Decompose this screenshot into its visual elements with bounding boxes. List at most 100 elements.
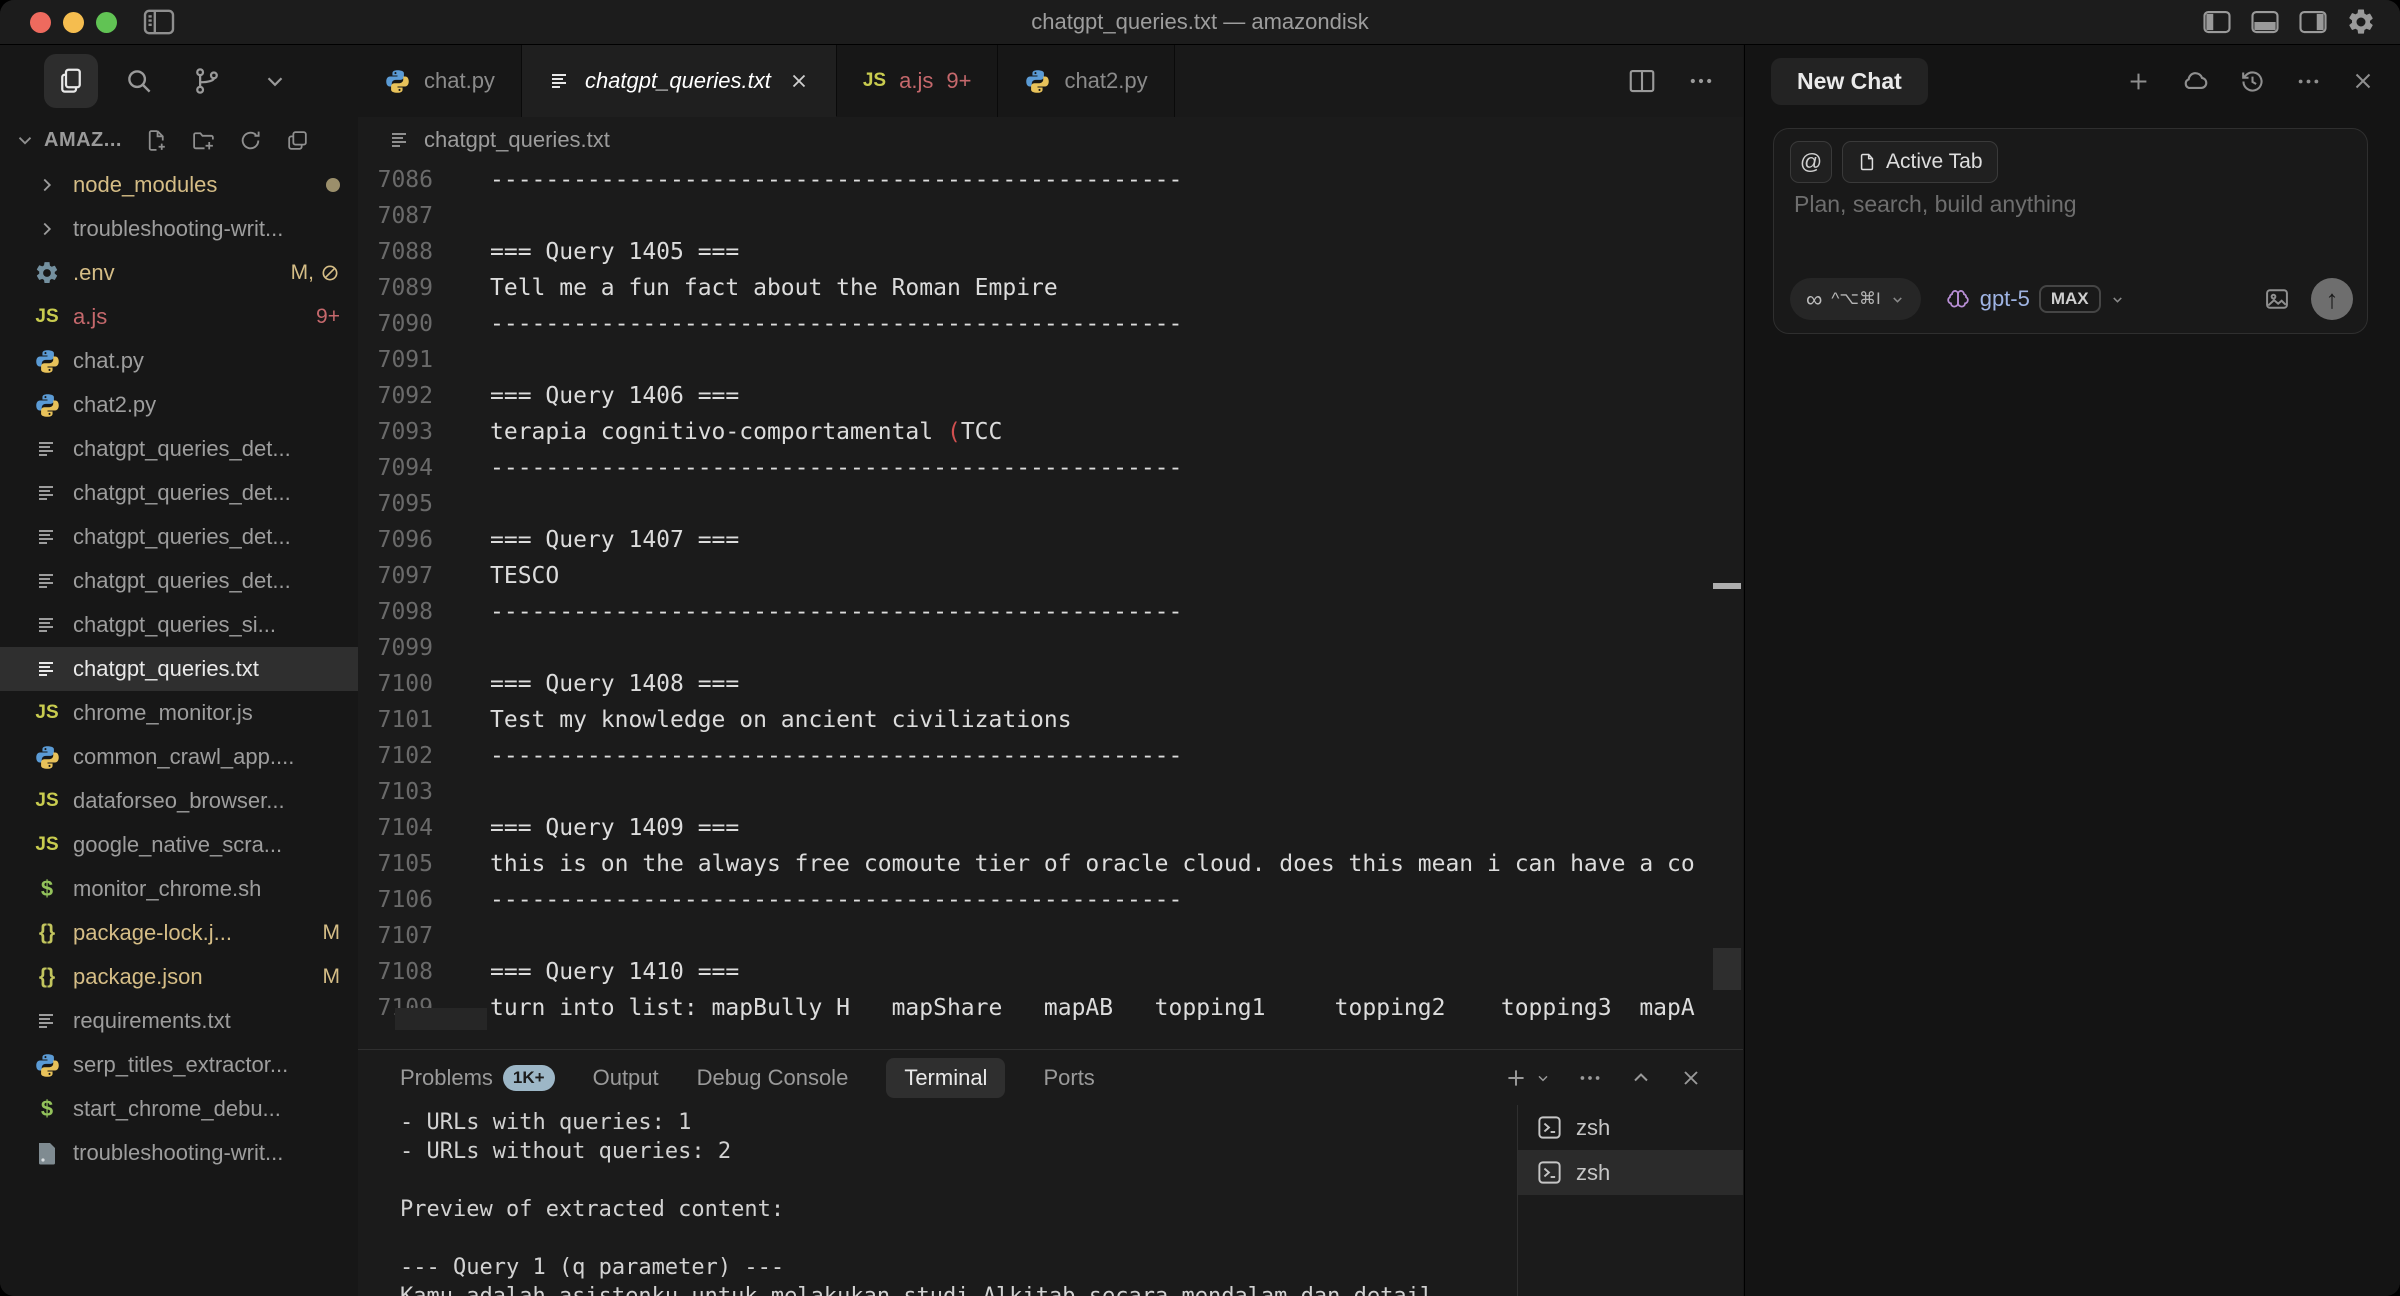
editor-line-7089[interactable]: 7089Tell me a fun fact about the Roman E…: [358, 270, 1743, 306]
file-tree-item-chatgpt-queries-det...[interactable]: chatgpt_queries_det...: [0, 559, 358, 603]
close-panel-icon[interactable]: [1679, 1066, 1703, 1090]
editor-line-7103[interactable]: 7103: [358, 774, 1743, 810]
editor-line-7090[interactable]: 7090------------------------------------…: [358, 306, 1743, 342]
chevron-right-icon: [30, 174, 64, 196]
file-tree-item-package.json[interactable]: {}package.jsonM: [0, 955, 358, 999]
toggle-left-panel-icon[interactable]: [2202, 9, 2232, 35]
file-tree-item-monitor-chrome.sh[interactable]: $monitor_chrome.sh: [0, 867, 358, 911]
terminal-output[interactable]: - URLs with queries: 1- URLs without que…: [358, 1108, 1517, 1296]
more-views-chevron-icon[interactable]: [248, 54, 302, 108]
editor-line-7105[interactable]: 7105this is on the always free comoute t…: [358, 846, 1743, 882]
tab-a.js[interactable]: JSa.js9+: [837, 45, 999, 117]
explorer-section-header[interactable]: AMAZ...: [0, 117, 358, 163]
explorer-view-icon[interactable]: [44, 54, 98, 108]
chat-more-icon[interactable]: [2295, 68, 2322, 95]
tab-chat2.py[interactable]: chat2.py: [998, 45, 1174, 117]
line-number: 7103: [358, 774, 433, 810]
file-tree-item-chat2.py[interactable]: chat2.py: [0, 383, 358, 427]
editor-line-7086[interactable]: 7086------------------------------------…: [358, 162, 1743, 198]
line-number: 7105: [358, 846, 433, 882]
new-folder-icon[interactable]: [191, 128, 216, 153]
file-tree-item-requirements.txt[interactable]: requirements.txt: [0, 999, 358, 1043]
editor-line-7102[interactable]: 7102------------------------------------…: [358, 738, 1743, 774]
file-tree-item-google-native-scra...[interactable]: JSgoogle_native_scra...: [0, 823, 358, 867]
editor-line-7106[interactable]: 7106------------------------------------…: [358, 882, 1743, 918]
tab-chat.py[interactable]: chat.py: [358, 45, 522, 117]
chat-input-box[interactable]: @ Active Tab Plan, search, build anythin…: [1773, 128, 2368, 334]
editor-scrollbar-thumb[interactable]: [1713, 948, 1741, 990]
toggle-bottom-panel-icon[interactable]: [2250, 9, 2280, 35]
editor-line-7094[interactable]: 7094------------------------------------…: [358, 450, 1743, 486]
attach-image-icon[interactable]: [2263, 285, 2291, 313]
breadcrumb[interactable]: chatgpt_queries.txt: [358, 117, 1743, 162]
file-tree-item-start-chrome-debu...[interactable]: $start_chrome_debu...: [0, 1087, 358, 1131]
settings-gear-icon[interactable]: [2346, 7, 2376, 37]
file-tree-item-troubleshooting-writ...[interactable]: troubleshooting-writ...: [0, 207, 358, 251]
cloud-icon[interactable]: [2180, 66, 2210, 96]
panel-tab-ports[interactable]: Ports: [1043, 1065, 1094, 1091]
terminal-session-1[interactable]: zsh: [1518, 1105, 1743, 1150]
panel-more-icon[interactable]: [1577, 1065, 1603, 1091]
panel-tab-terminal[interactable]: Terminal: [886, 1058, 1005, 1098]
split-editor-icon[interactable]: [1627, 67, 1657, 95]
terminal-session-2[interactable]: zsh: [1518, 1150, 1743, 1195]
refresh-icon[interactable]: [238, 128, 263, 153]
toggle-right-panel-icon[interactable]: [2298, 9, 2328, 35]
panel-tab-output[interactable]: Output: [593, 1065, 659, 1091]
chat-input-placeholder[interactable]: Plan, search, build anything: [1794, 191, 2077, 218]
file-name: chatgpt_queries.txt: [73, 656, 358, 682]
model-selector[interactable]: gpt-5 MAX: [1945, 285, 2125, 313]
editor-pane[interactable]: 7086------------------------------------…: [358, 162, 1743, 1050]
file-tree-item-.env[interactable]: .envM,: [0, 251, 358, 295]
file-tree-item-a.js[interactable]: JSa.js9+: [0, 295, 358, 339]
editor-line-7092[interactable]: 7092=== Query 1406 ===: [358, 378, 1743, 414]
file-tree-item-chat.py[interactable]: chat.py: [0, 339, 358, 383]
new-file-icon[interactable]: [144, 128, 169, 153]
close-chat-icon[interactable]: [2350, 68, 2376, 94]
send-button[interactable]: ↑: [2311, 278, 2353, 320]
editor-line-7087[interactable]: 7087: [358, 198, 1743, 234]
editor-line-7095[interactable]: 7095: [358, 486, 1743, 522]
editor-line-7093[interactable]: 7093terapia cognitivo-comportamental (TC…: [358, 414, 1743, 450]
chat-tab-new-chat[interactable]: New Chat: [1771, 58, 1928, 105]
new-terminal-icon[interactable]: [1503, 1065, 1551, 1091]
context-chip-active-tab[interactable]: Active Tab: [1842, 141, 1998, 183]
editor-line-7109[interactable]: 7109turn into list: mapBully H mapShare …: [358, 990, 1743, 1026]
file-tree-item-serp-titles-extractor...[interactable]: serp_titles_extractor...: [0, 1043, 358, 1087]
file-tree-item-common-crawl-app....[interactable]: common_crawl_app....: [0, 735, 358, 779]
editor-line-7098[interactable]: 7098------------------------------------…: [358, 594, 1743, 630]
editor-line-7101[interactable]: 7101Test my knowledge on ancient civiliz…: [358, 702, 1743, 738]
file-tree-item-package-lock.j...[interactable]: {}package-lock.j...M: [0, 911, 358, 955]
history-icon[interactable]: [2238, 67, 2267, 96]
file-tree-item-chatgpt-queries-det...[interactable]: chatgpt_queries_det...: [0, 515, 358, 559]
file-tree-item-chatgpt-queries-si...[interactable]: chatgpt_queries_si...: [0, 603, 358, 647]
file-tree-item-chrome-monitor.js[interactable]: JSchrome_monitor.js: [0, 691, 358, 735]
editor-line-7091[interactable]: 7091: [358, 342, 1743, 378]
editor-line-7108[interactable]: 7108=== Query 1410 ===: [358, 954, 1743, 990]
maximize-panel-icon[interactable]: [1629, 1066, 1653, 1090]
search-view-icon[interactable]: [112, 54, 166, 108]
mention-button[interactable]: @: [1790, 141, 1832, 183]
file-tree-item-chatgpt-queries-det...[interactable]: chatgpt_queries_det...: [0, 471, 358, 515]
editor-line-7104[interactable]: 7104=== Query 1409 ===: [358, 810, 1743, 846]
editor-line-7088[interactable]: 7088=== Query 1405 ===: [358, 234, 1743, 270]
file-tree-item-node-modules[interactable]: node_modules: [0, 163, 358, 207]
source-control-view-icon[interactable]: [180, 54, 234, 108]
more-actions-icon[interactable]: [1687, 67, 1715, 95]
file-tree-item-chatgpt-queries.txt[interactable]: chatgpt_queries.txt: [0, 647, 358, 691]
editor-line-7097[interactable]: 7097TESCO: [358, 558, 1743, 594]
tab-chatgpt-queries.txt[interactable]: chatgpt_queries.txt: [522, 45, 837, 117]
editor-line-7100[interactable]: 7100=== Query 1408 ===: [358, 666, 1743, 702]
agent-mode-selector[interactable]: ∞ ^⌥⌘I: [1790, 278, 1921, 320]
panel-tab-debug-console[interactable]: Debug Console: [697, 1065, 849, 1091]
editor-line-7107[interactable]: 7107: [358, 918, 1743, 954]
new-chat-plus-icon[interactable]: [2125, 68, 2152, 95]
file-tree-item-chatgpt-queries-det...[interactable]: chatgpt_queries_det...: [0, 427, 358, 471]
editor-line-7096[interactable]: 7096=== Query 1407 ===: [358, 522, 1743, 558]
close-tab-icon[interactable]: [788, 70, 810, 92]
file-tree-item-troubleshooting-writ...[interactable]: troubleshooting-writ...: [0, 1131, 358, 1175]
panel-tab-problems[interactable]: Problems1K+: [400, 1065, 555, 1091]
file-tree-item-dataforseo-browser...[interactable]: JSdataforseo_browser...: [0, 779, 358, 823]
collapse-all-icon[interactable]: [285, 128, 310, 153]
editor-line-7099[interactable]: 7099: [358, 630, 1743, 666]
